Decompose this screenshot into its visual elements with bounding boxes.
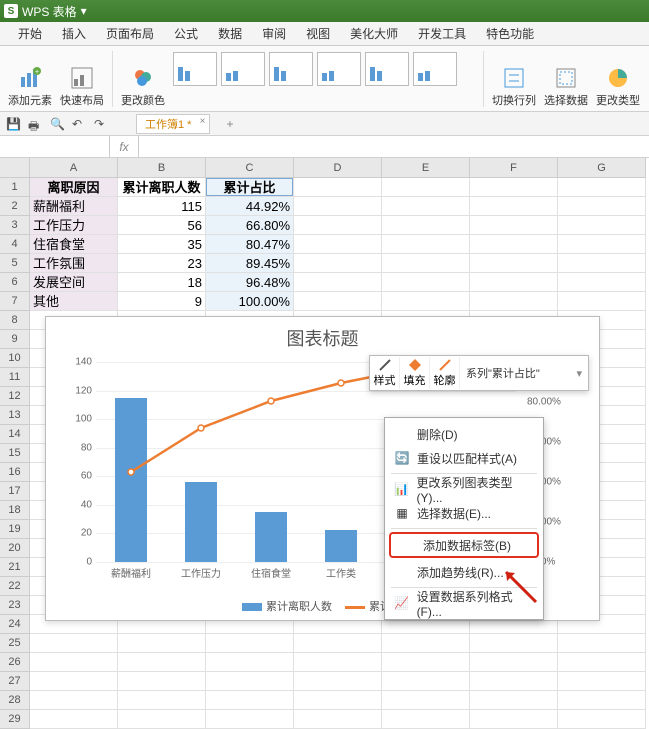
series-selector[interactable]: 系列"累计占比" [460,365,576,381]
switch-rowcol-icon [502,66,526,90]
change-color-icon [131,66,155,90]
ctx-add-label[interactable]: 添加数据标签(B) [389,532,539,558]
grid[interactable]: A B C D E F G 1 离职原因 累计离职人数 累计占比 2薪酬福利11… [0,158,649,729]
menu-data[interactable]: 数据 [208,22,252,45]
col-B[interactable]: B [118,158,206,178]
ctx-select-data[interactable]: ▦选择数据(E)... [385,501,543,525]
change-color-button[interactable]: 更改颜色 [117,48,169,110]
outline-button[interactable]: 轮廓 [430,357,460,389]
style-button[interactable]: 样式 [370,357,400,389]
menu-start[interactable]: 开始 [8,22,52,45]
select-data-button[interactable]: 选择数据 [540,48,592,110]
change-type-icon [606,66,630,90]
ctx-reset[interactable]: 🔄重设以匹配样式(A) [385,446,543,470]
menu-layout[interactable]: 页面布局 [96,22,164,45]
chart-style-1[interactable] [173,52,217,86]
quick-layout-icon [70,66,94,90]
ctx-format[interactable]: 📈设置数据系列格式(F)... [385,591,543,615]
cell-C1[interactable]: 累计占比 [206,178,294,197]
chart-style-3[interactable] [269,52,313,86]
switch-rowcol-label: 切换行列 [492,92,536,108]
chart-style-4[interactable] [317,52,361,86]
mini-toolbar: 样式 填充 轮廓 系列"累计占比" ▾ [369,355,589,391]
undo-icon[interactable]: ↶ [72,117,86,131]
app-logo: S [4,4,18,18]
titlebar-dropdown-icon[interactable]: ▾ [81,4,87,18]
print-icon[interactable]: 🖶 [28,117,42,131]
workbook-tab[interactable]: 工作簿1 * × [136,114,210,134]
add-element-button[interactable]: + 添加元素 [4,48,56,110]
chart-icon: 📊 [393,481,410,497]
fill-button[interactable]: 填充 [400,357,430,389]
row-1[interactable]: 1 [0,178,30,197]
col-A[interactable]: A [30,158,118,178]
select-all-corner[interactable] [0,158,30,178]
change-color-label: 更改颜色 [121,92,165,108]
select-data-icon [554,66,578,90]
quick-access-bar: 💾 🖶 🔍 ↶ ↷ 工作簿1 * × + [0,112,649,136]
menu-beautify[interactable]: 美化大师 [340,22,408,45]
chart-object[interactable]: 图表标题 140120100806040200 80.00% 60.00% 40… [45,316,600,621]
add-element-icon: + [18,66,42,90]
fx-label[interactable]: fx [110,140,138,154]
chart-style-6[interactable] [413,52,457,86]
cell-A1[interactable]: 离职原因 [30,178,118,197]
menu-review[interactable]: 审阅 [252,22,296,45]
close-icon[interactable]: × [200,116,206,127]
change-type-button[interactable]: 更改类型 [592,48,644,110]
chart-style-2[interactable] [221,52,265,86]
save-icon[interactable]: 💾 [6,117,20,131]
select-data-label: 选择数据 [544,92,588,108]
menu-special[interactable]: 特色功能 [476,22,544,45]
formula-bar: fx [0,136,649,158]
col-G[interactable]: G [558,158,646,178]
ctx-delete[interactable]: 删除(D) [385,422,543,446]
reset-icon: 🔄 [393,450,411,466]
formula-input[interactable] [138,136,649,157]
add-element-label: 添加元素 [8,92,52,108]
ribbon: + 添加元素 快速布局 更改颜色 切换行列 选择数据 更改类型 [0,46,649,112]
quick-layout-button[interactable]: 快速布局 [56,48,108,110]
col-F[interactable]: F [470,158,558,178]
col-C[interactable]: C [206,158,294,178]
name-box[interactable] [0,136,110,157]
new-sheet-button[interactable]: + [226,117,233,131]
redo-icon[interactable]: ↷ [94,117,108,131]
titlebar: S WPS 表格 ▾ [0,0,649,22]
workbook-tab-label: 工作簿1 * [145,119,191,131]
context-menu: 删除(D) 🔄重设以匹配样式(A) 📊更改系列图表类型(Y)... ▦选择数据(… [384,417,544,620]
menu-dev[interactable]: 开发工具 [408,22,476,45]
chart-title[interactable]: 图表标题 [46,317,599,355]
ctx-add-trend[interactable]: 添加趋势线(R)... [385,560,543,584]
svg-text:+: + [35,69,39,76]
cell-B1[interactable]: 累计离职人数 [118,178,206,197]
preview-icon[interactable]: 🔍 [50,117,64,131]
menubar: 开始 插入 页面布局 公式 数据 审阅 视图 美化大师 开发工具 特色功能 [0,22,649,46]
format-icon: 📈 [393,595,411,611]
quick-layout-label: 快速布局 [60,92,104,108]
menu-formula[interactable]: 公式 [164,22,208,45]
menu-insert[interactable]: 插入 [52,22,96,45]
ctx-change-type[interactable]: 📊更改系列图表类型(Y)... [385,477,543,501]
change-type-label: 更改类型 [596,92,640,108]
chevron-down-icon[interactable]: ▾ [576,367,588,380]
col-D[interactable]: D [294,158,382,178]
app-name: WPS 表格 [22,3,77,20]
grid-icon: ▦ [393,505,411,521]
switch-rowcol-button[interactable]: 切换行列 [488,48,540,110]
menu-view[interactable]: 视图 [296,22,340,45]
chart-style-5[interactable] [365,52,409,86]
col-E[interactable]: E [382,158,470,178]
y-axis: 140120100806040200 [60,362,94,562]
